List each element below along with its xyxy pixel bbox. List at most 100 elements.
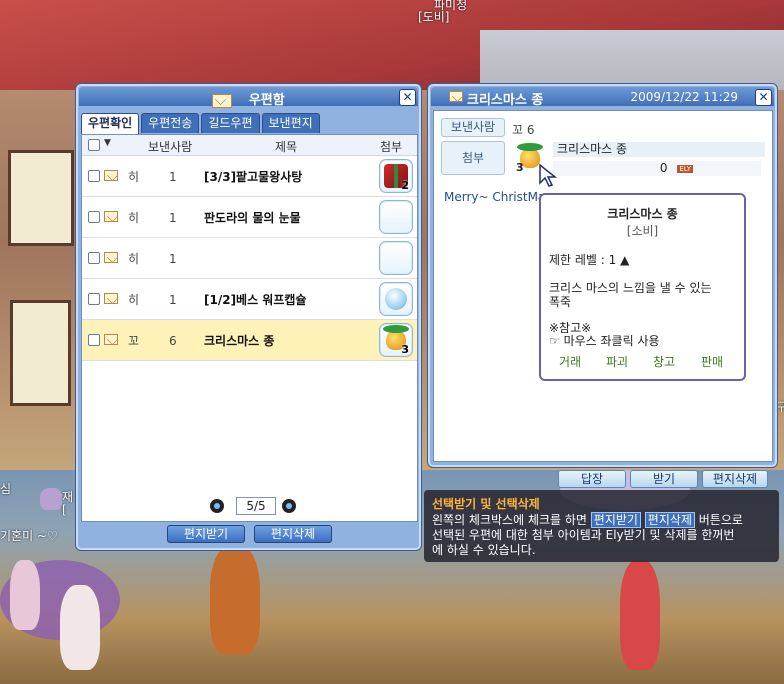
select-all-checkbox[interactable] xyxy=(88,139,100,151)
close-button[interactable]: ✕ xyxy=(755,89,772,106)
player-name: 심 xyxy=(0,482,12,496)
tooltip-description: 폭죽 xyxy=(549,295,572,309)
mailbox-tabs: 우편확인 우편전송 길드우편 보낸편지 xyxy=(81,113,320,135)
player-character[interactable] xyxy=(60,585,100,670)
sender-value: 꼬 6 xyxy=(512,123,535,137)
attachment-slot[interactable] xyxy=(379,200,413,234)
mail-subject: [3/3]팥고물왕사탕 xyxy=(204,170,303,184)
mail-checkbox[interactable] xyxy=(88,170,100,182)
page-indicator: 5/5 xyxy=(236,497,276,515)
tab-inbox[interactable]: 우편확인 xyxy=(81,113,140,135)
mail-sender: 히1 xyxy=(128,170,177,185)
ely-icon: ELY xyxy=(677,164,693,173)
mail-subject: 크리스마스 종 xyxy=(204,334,275,348)
player-guild: [도비] xyxy=(418,10,450,24)
tooltip-item-type: [소비] xyxy=(626,224,659,238)
mail-sender: 히1 xyxy=(128,252,177,267)
attach-label: 첨부 xyxy=(441,141,505,175)
tooltip-item-name: 크리스마스 종 xyxy=(607,207,678,221)
delete-mail-button[interactable]: 편지삭제 xyxy=(254,525,332,543)
mailbox-title: 우편함 xyxy=(79,89,418,108)
tab-sent[interactable]: 보낸편지 xyxy=(261,113,320,133)
mail-subject: 판도라의 물의 눈물 xyxy=(204,211,301,225)
attachment-slot[interactable]: 3 xyxy=(379,323,413,357)
tab-send[interactable]: 우편전송 xyxy=(141,113,200,133)
mail-subject: [1/2]베스 워프캡슐 xyxy=(204,293,307,307)
envelope-icon xyxy=(449,91,463,102)
sell-action[interactable]: 판매 xyxy=(701,353,723,370)
column-attach: 첨부 xyxy=(380,140,403,154)
highlight-receive: 편지받기 xyxy=(590,512,641,528)
receive-button[interactable]: 받기 xyxy=(630,470,698,488)
tooltip-note-body: ☞ 마우스 좌클릭 사용 xyxy=(549,334,660,348)
item-quantity: 3 xyxy=(516,161,524,174)
prev-page-button[interactable] xyxy=(210,499,224,513)
sender-label: 보낸사람 xyxy=(441,118,505,137)
attachment-name: 크리스마스 종 xyxy=(553,142,765,157)
item-quantity: 3 xyxy=(401,343,409,356)
mail-checkbox[interactable] xyxy=(88,293,100,305)
envelope-icon xyxy=(104,170,118,181)
highlight-delete: 편지삭제 xyxy=(644,512,695,528)
help-body: 왼쪽의 체크박스에 체크를 하면 편지받기 편지삭제 버튼으로 선택된 우편에 … xyxy=(432,512,777,558)
reply-button[interactable]: 답장 xyxy=(558,470,626,488)
mail-checkbox[interactable] xyxy=(88,252,100,264)
mail-message: Merry~ ChristMa xyxy=(444,190,546,204)
envelope-icon xyxy=(104,334,118,345)
next-page-button[interactable] xyxy=(282,499,296,513)
mail-list-header: ▼ 보낸사람 제목 첨부 xyxy=(82,135,417,156)
item-quantity: 2 xyxy=(401,179,409,192)
building-window xyxy=(10,300,71,406)
mailbox-window: 우편함 ✕ 우편확인 우편전송 길드우편 보낸편지 ▼ 보낸사람 제목 첨부 히… xyxy=(75,83,422,551)
help-line: 왼쪽의 체크박스에 체크를 하면 편지받기 편지삭제 버튼으로 xyxy=(432,512,743,528)
mail-checkbox[interactable] xyxy=(88,334,100,346)
mail-list: ▼ 보낸사람 제목 첨부 히1 [3/3]팥고물왕사탕 2 히1 판도라의 물의… xyxy=(81,134,418,522)
tab-guild-mail[interactable]: 길드우편 xyxy=(201,113,260,133)
mail-sender: 히1 xyxy=(128,211,177,226)
ely-value: 0 xyxy=(659,161,668,175)
ely-amount: 0 ELY xyxy=(553,161,761,176)
sort-arrow-icon[interactable]: ▼ xyxy=(104,138,111,148)
mouse-cursor-icon xyxy=(539,163,558,187)
mail-row[interactable]: 히1 xyxy=(82,238,417,279)
mail-checkbox[interactable] xyxy=(88,211,100,223)
attachment-slot[interactable] xyxy=(379,241,413,275)
npc-dwarf[interactable] xyxy=(210,545,260,655)
mail-row[interactable]: 히1 [1/2]베스 워프캡슐 xyxy=(82,279,417,320)
player-guild: [ xyxy=(62,503,67,517)
pagination: 5/5 xyxy=(210,497,300,515)
envelope-icon xyxy=(104,211,118,222)
building-window xyxy=(8,150,74,246)
player-character[interactable] xyxy=(10,560,40,630)
mailbox-title-text: 우편함 xyxy=(248,93,285,108)
read-mail-titlebar[interactable]: 크리스마스 종 2009/12/22 11:29 ✕ xyxy=(431,87,774,108)
attachment-slot[interactable] xyxy=(379,282,413,316)
receive-mail-button[interactable]: 편지받기 xyxy=(167,525,245,543)
help-line: 에 하실 수 있습니다. xyxy=(432,543,536,557)
warp-capsule-icon xyxy=(385,288,407,310)
item-tooltip: 크리스마스 종 [소비] 제한 레벨 : 1 ▲ 크리스 마스의 느낌을 낼 수… xyxy=(539,193,746,381)
mail-row[interactable]: 히1 [3/3]팥고물왕사탕 2 xyxy=(82,156,417,197)
tooltip-description: 크리스 마스의 느낌을 낼 수 있는 xyxy=(549,281,712,295)
help-tooltip: 선택받기 및 선택삭제 왼쪽의 체크박스에 체크를 하면 편지받기 편지삭제 버… xyxy=(424,490,779,562)
read-mail-title: 크리스마스 종 xyxy=(467,93,544,108)
attachment-slot[interactable]: 2 xyxy=(379,159,413,193)
storage-action[interactable]: 창고 xyxy=(653,353,675,370)
player-character[interactable] xyxy=(620,560,660,670)
mail-date: 2009/12/22 11:29 xyxy=(630,90,738,104)
delete-mail-button[interactable]: 편지삭제 xyxy=(702,470,768,488)
envelope-icon xyxy=(104,293,118,304)
close-button[interactable]: ✕ xyxy=(399,89,416,106)
pet-character[interactable] xyxy=(40,488,62,510)
help-line: 선택된 우편에 대한 첨부 아이템과 Ely받기 및 삭제를 한꺼번 xyxy=(432,528,735,542)
trade-action[interactable]: 거래 xyxy=(559,353,581,370)
help-title: 선택받기 및 선택삭제 xyxy=(432,497,540,511)
envelope-icon xyxy=(212,93,233,108)
mail-row[interactable]: 히1 판도라의 물의 눈물 xyxy=(82,197,417,238)
mail-row-selected[interactable]: 꼬6 크리스마스 종 3 xyxy=(82,320,417,361)
tooltip-level: 제한 레벨 : 1 ▲ xyxy=(549,253,630,267)
destroy-action[interactable]: 파괴 xyxy=(606,353,628,370)
mailbox-titlebar[interactable]: 우편함 ✕ xyxy=(79,87,418,108)
mail-sender: 꼬6 xyxy=(128,334,177,349)
column-subject: 제목 xyxy=(275,140,298,154)
